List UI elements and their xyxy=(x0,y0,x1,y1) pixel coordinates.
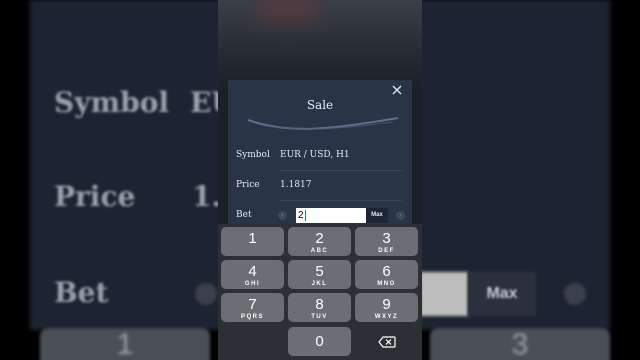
background-price-value: 1. xyxy=(192,180,222,213)
bet-label: Bet xyxy=(236,210,252,220)
key-number: 1 xyxy=(248,230,257,247)
background-symbol-label: Symbol xyxy=(54,86,170,119)
key-8[interactable]: 8 TUV xyxy=(288,293,351,322)
background-max-button: Max xyxy=(468,272,536,316)
key-number: 2 xyxy=(315,230,324,247)
key-number: 4 xyxy=(248,263,257,280)
wave-decoration xyxy=(247,117,399,130)
symbol-value: EUR / USD, H1 xyxy=(280,150,350,160)
key-letters: WXYZ xyxy=(374,314,399,320)
divider xyxy=(280,170,402,171)
key-letters: JKL xyxy=(311,281,328,287)
key-letters: TUV xyxy=(311,314,328,320)
bet-input-value: 2 xyxy=(298,210,304,221)
key-number: 6 xyxy=(382,263,391,280)
bet-max-button[interactable]: Max xyxy=(366,208,388,223)
key-number: 5 xyxy=(315,263,324,280)
key-letters: ABC xyxy=(310,248,329,254)
bet-increase-button[interactable]: › xyxy=(396,211,405,220)
key-2[interactable]: 2 ABC xyxy=(288,227,351,256)
close-icon-glyph xyxy=(392,85,402,95)
top-background xyxy=(218,0,422,90)
background-left-arrow xyxy=(195,283,217,305)
key-number: 7 xyxy=(248,296,257,313)
key-3[interactable]: 3 DEF xyxy=(355,227,418,256)
key-letters: MNO xyxy=(377,281,396,287)
bet-input[interactable]: 2 xyxy=(296,208,366,223)
key-0[interactable]: 0 xyxy=(288,327,351,356)
key-letters: GHI xyxy=(244,281,261,287)
backspace-icon[interactable] xyxy=(355,327,418,356)
price-label: Price xyxy=(236,180,260,190)
close-icon[interactable] xyxy=(390,84,404,98)
backspace-icon-glyph xyxy=(377,335,396,348)
key-number: 3 xyxy=(382,230,391,247)
key-number: 8 xyxy=(315,296,324,313)
key-9[interactable]: 9 WXYZ xyxy=(355,293,418,322)
key-number: 9 xyxy=(382,296,391,313)
bet-decrease-button[interactable]: ‹ xyxy=(278,211,287,220)
key-letters: DEF xyxy=(378,248,395,254)
dialog-title: Sale xyxy=(306,98,334,112)
background-key-1: 1 xyxy=(40,328,210,360)
top-glow xyxy=(258,0,318,20)
key-1[interactable]: 1 xyxy=(221,227,284,256)
divider xyxy=(280,200,402,201)
symbol-label: Symbol xyxy=(236,150,270,160)
key-letters: PQRS xyxy=(240,314,264,320)
background-key-3: 3 xyxy=(430,328,610,360)
key-6[interactable]: 6 MNO xyxy=(355,260,418,289)
numeric-keypad: 1 2 ABC 3 DEF 4 GHI 5 JKL 6 MNO 7 PQRS 8 TUV 9W… xyxy=(218,224,422,360)
background-bet-input xyxy=(420,272,468,316)
key-5[interactable]: 5 JKL xyxy=(288,260,351,289)
background-right-arrow xyxy=(564,283,586,305)
phone-screen: Sale Symbol EUR / USD, H1 Price 1.1817 B… xyxy=(218,0,422,360)
background-bet-label: Bet xyxy=(54,276,109,309)
key-7[interactable]: 7 PQRS xyxy=(221,293,284,322)
background-price-label: Price xyxy=(54,180,136,213)
price-value: 1.1817 xyxy=(280,180,312,190)
text-caret xyxy=(304,209,306,221)
key-number: 0 xyxy=(315,333,324,350)
key-4[interactable]: 4 GHI xyxy=(221,260,284,289)
